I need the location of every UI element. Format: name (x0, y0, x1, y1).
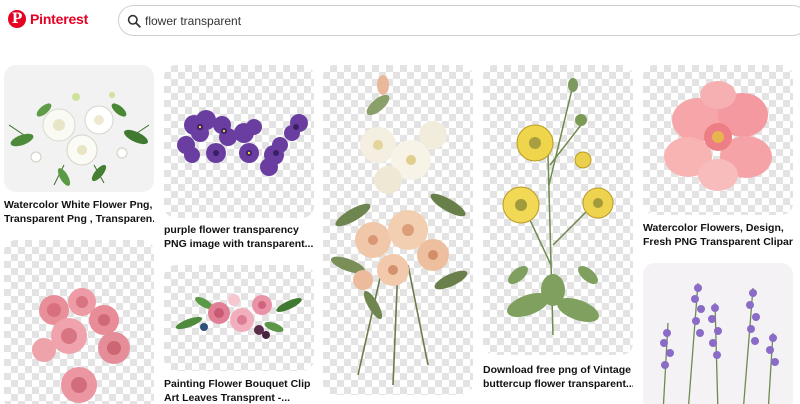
pin-title-line: buttercup flower transparent... (483, 378, 633, 390)
top-header: P Pinterest (0, 0, 800, 50)
brand-name: Pinterest (30, 11, 89, 27)
pinterest-logo-icon: P (8, 10, 26, 28)
pin-title[interactable]: purple flower transparency PNG image wit… (164, 223, 314, 251)
pin-title-line: Fresh PNG Transparent Clipar... (643, 236, 793, 248)
pin-title[interactable]: Watercolor White Flower Png, Transparent… (4, 198, 154, 226)
pin-image-white-flowers[interactable] (4, 65, 154, 192)
pin-image-pink-roses[interactable] (4, 240, 154, 404)
pin-title[interactable]: Painting Flower Bouquet Clip Art Leaves … (164, 377, 314, 404)
pin-image-vintage-buttercup[interactable] (483, 65, 633, 355)
pin-image-flower-bouquet[interactable] (164, 265, 314, 371)
pin-image-watercolor-pink-flower[interactable] (643, 65, 793, 215)
pin-title-line: Download free png of Vintage (483, 364, 631, 376)
pin-title-line: purple flower transparency (164, 224, 299, 236)
pin-title-line: Transparent Png , Transparen... (4, 213, 154, 225)
pin-image-purple-pansies[interactable] (164, 65, 314, 218)
search-input[interactable] (145, 6, 785, 35)
pin-title[interactable]: Download free png of Vintage buttercup f… (483, 363, 633, 391)
search-icon (127, 14, 141, 28)
pin-image-lavender[interactable] (643, 263, 793, 404)
pin-title-line: PNG image with transparent... (164, 238, 314, 250)
pin-title-line: Painting Flower Bouquet Clip (164, 378, 311, 390)
pin-title[interactable]: Watercolor Flowers, Design, Fresh PNG Tr… (643, 221, 793, 249)
search-bar[interactable] (118, 5, 800, 36)
pinterest-logo[interactable]: P Pinterest (8, 10, 88, 28)
pin-image-vintage-flower-bouquet[interactable] (323, 65, 473, 395)
pin-title-line: Art Leaves Transprent -... (164, 392, 291, 404)
pin-title-line: Watercolor Flowers, Design, (643, 222, 784, 234)
pin-title-line: Watercolor White Flower Png, (4, 199, 153, 211)
